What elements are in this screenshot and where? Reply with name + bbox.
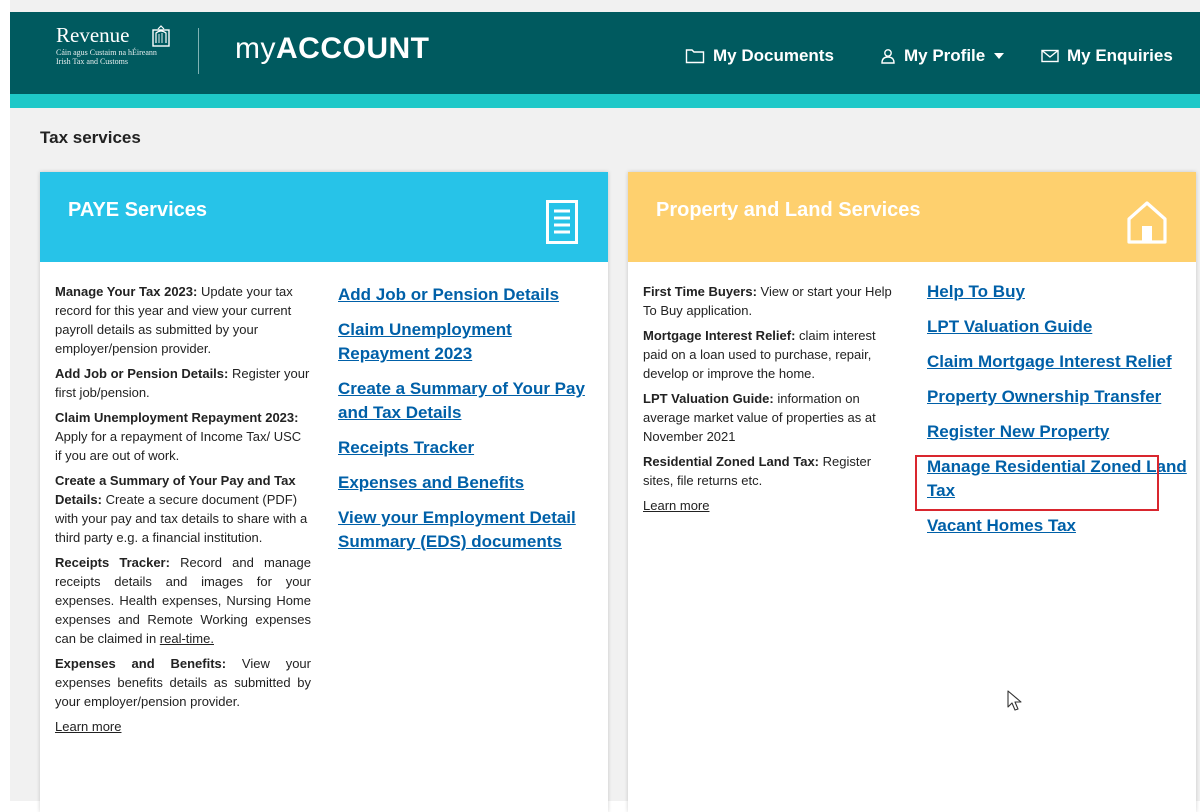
house-icon: [1127, 201, 1167, 244]
desc-paragraph: Add Job or Pension Details: Register you…: [55, 364, 311, 402]
property-description: First Time Buyers: View or start your He…: [643, 282, 903, 515]
desc-heading: LPT Valuation Guide:: [643, 391, 774, 406]
nav-my-documents[interactable]: My Documents: [685, 46, 834, 66]
property-card-header: Property and Land Services: [628, 172, 1196, 262]
desc-heading: Mortgage Interest Relief:: [643, 328, 796, 343]
desc-heading: Manage Your Tax 2023:: [55, 284, 198, 299]
desc-heading: Expenses and Benefits:: [55, 656, 227, 671]
link-property-ownership-transfer[interactable]: Property Ownership Transfer: [927, 385, 1189, 409]
link-expenses-and-benefits[interactable]: Expenses and Benefits: [338, 471, 600, 495]
harp-crest-icon: [152, 25, 170, 47]
brand-bold: ACCOUNT: [276, 32, 430, 65]
desc-text: Apply for a repayment of Income Tax/ USC…: [55, 429, 302, 463]
desc-paragraph: LPT Valuation Guide: information on aver…: [643, 389, 903, 446]
desc-paragraph: Mortgage Interest Relief: claim interest…: [643, 326, 903, 383]
nav-label: My Enquiries: [1067, 46, 1173, 65]
link-claim-mortgage-interest-relief[interactable]: Claim Mortgage Interest Relief: [927, 350, 1189, 374]
revenue-logo[interactable]: Revenue Cáin agus Custaim na hÉireann Ir…: [56, 23, 170, 66]
link-view-eds-documents[interactable]: View your Employment Detail Summary (EDS…: [338, 506, 600, 554]
paye-card-title: PAYE Services: [68, 199, 207, 221]
link-add-job-or-pension-details[interactable]: Add Job or Pension Details: [338, 283, 600, 307]
desc-paragraph: Claim Unemployment Repayment 2023: Apply…: [55, 408, 311, 465]
nav-label: My Profile: [904, 46, 986, 65]
mouse-cursor-icon: [1007, 690, 1022, 711]
paye-description: Manage Your Tax 2023: Update your tax re…: [55, 282, 311, 736]
section-title: Tax services: [40, 128, 141, 147]
user-icon: [881, 49, 895, 64]
link-claim-unemployment-repayment[interactable]: Claim Unemployment Repayment 2023: [338, 318, 600, 366]
desc-heading: First Time Buyers:: [643, 284, 757, 299]
nav-label: My Documents: [713, 46, 834, 65]
document-icon: [546, 200, 578, 244]
logo-subtitle-irish: Cáin agus Custaim na hÉireann: [56, 48, 157, 57]
link-help-to-buy[interactable]: Help To Buy: [927, 280, 1189, 304]
property-card-title: Property and Land Services: [656, 199, 921, 221]
real-time-link[interactable]: real-time.: [160, 631, 214, 646]
desc-paragraph: Residential Zoned Land Tax: Register sit…: [643, 452, 903, 490]
desc-paragraph: First Time Buyers: View or start your He…: [643, 282, 903, 320]
desc-paragraph: Receipts Tracker: Record and manage rece…: [55, 553, 311, 648]
logo-subtitle-english: Irish Tax and Customs: [56, 57, 128, 66]
nav-my-profile[interactable]: My Profile: [880, 46, 1005, 66]
link-receipts-tracker[interactable]: Receipts Tracker: [338, 436, 600, 460]
paye-card-header: PAYE Services: [40, 172, 608, 262]
paye-learn-more-link[interactable]: Learn more: [55, 719, 121, 734]
myaccount-brand[interactable]: myACCOUNT: [235, 32, 430, 66]
property-learn-more-link[interactable]: Learn more: [643, 498, 709, 513]
link-lpt-valuation-guide[interactable]: LPT Valuation Guide: [927, 315, 1189, 339]
desc-paragraph: Expenses and Benefits: View your expense…: [55, 654, 311, 711]
desc-heading: Residential Zoned Land Tax:: [643, 454, 820, 469]
top-header: Revenue Cáin agus Custaim na hÉireann Ir…: [10, 12, 1200, 94]
desc-paragraph: Create a Summary of Your Pay and Tax Det…: [55, 471, 311, 547]
caret-down-icon: [994, 53, 1005, 59]
header-accent-stripe: [10, 94, 1200, 108]
desc-heading: Receipts Tracker:: [55, 555, 170, 570]
desc-heading: Add Job or Pension Details:: [55, 366, 229, 381]
header-divider: [198, 28, 199, 74]
envelope-icon: [1041, 49, 1059, 63]
paye-links: Add Job or Pension Details Claim Unemplo…: [338, 283, 600, 565]
link-vacant-homes-tax[interactable]: Vacant Homes Tax: [927, 514, 1189, 538]
desc-heading: Claim Unemployment Repayment 2023:: [55, 410, 299, 425]
highlight-box: [915, 455, 1159, 511]
desc-paragraph: Manage Your Tax 2023: Update your tax re…: [55, 282, 311, 358]
link-create-summary-pay-tax[interactable]: Create a Summary of Your Pay and Tax Det…: [338, 377, 600, 425]
link-register-new-property[interactable]: Register New Property: [927, 420, 1189, 444]
paye-services-card: PAYE Services Manage Your Tax 2023: Upda…: [40, 172, 608, 812]
brand-light: my: [235, 32, 276, 65]
folder-icon: [685, 49, 705, 64]
nav-my-enquiries[interactable]: My Enquiries: [1041, 46, 1173, 66]
logo-word: Revenue: [56, 23, 130, 47]
